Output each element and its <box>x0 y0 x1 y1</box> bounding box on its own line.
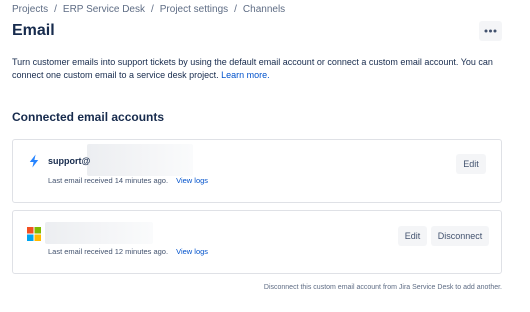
more-horizontal-icon <box>484 29 497 33</box>
email-account-card: Last email received 12 minutes ago. View … <box>12 210 502 274</box>
edit-button[interactable]: Edit <box>456 154 486 174</box>
connected-accounts-heading: Connected email accounts <box>12 110 165 124</box>
disconnect-button[interactable]: Disconnect <box>431 226 489 246</box>
learn-more-link[interactable]: Learn more. <box>221 70 270 80</box>
page-description: Turn customer emails into support ticket… <box>12 56 507 81</box>
view-logs-link[interactable]: View logs <box>176 176 208 185</box>
breadcrumb-separator: / <box>150 4 154 15</box>
email-address: support@ <box>48 156 91 166</box>
more-actions-button[interactable] <box>479 21 502 41</box>
account-status: Last email received 12 minutes ago. View … <box>48 247 208 256</box>
lightning-bolt-icon <box>29 154 39 168</box>
view-logs-link[interactable]: View logs <box>176 247 208 256</box>
last-email-received: Last email received 12 minutes ago. <box>48 247 169 256</box>
redacted-email-address <box>45 222 153 244</box>
breadcrumb: Projects / ERP Service Desk / Project settin… <box>12 4 285 15</box>
breadcrumb-channels[interactable]: Channels <box>243 4 285 15</box>
redacted-email-address <box>87 144 193 176</box>
microsoft-logo-icon <box>27 227 41 241</box>
account-status: Last email received 14 minutes ago. View … <box>48 176 208 185</box>
page-title: Email <box>12 22 55 39</box>
breadcrumb-separator: / <box>54 4 57 15</box>
breadcrumb-erp-service-desk[interactable]: ERP Service Desk <box>63 4 145 15</box>
breadcrumb-project-settings[interactable]: Project settings <box>160 4 228 15</box>
edit-button[interactable]: Edit <box>398 226 427 246</box>
last-email-received: Last email received 14 minutes ago. <box>48 176 169 185</box>
breadcrumb-separator: / <box>234 4 237 15</box>
footer-note: Disconnect this custom email account fro… <box>263 284 502 291</box>
email-account-card: support@ Last email received 14 minutes … <box>12 139 502 203</box>
breadcrumb-projects[interactable]: Projects <box>12 4 48 15</box>
